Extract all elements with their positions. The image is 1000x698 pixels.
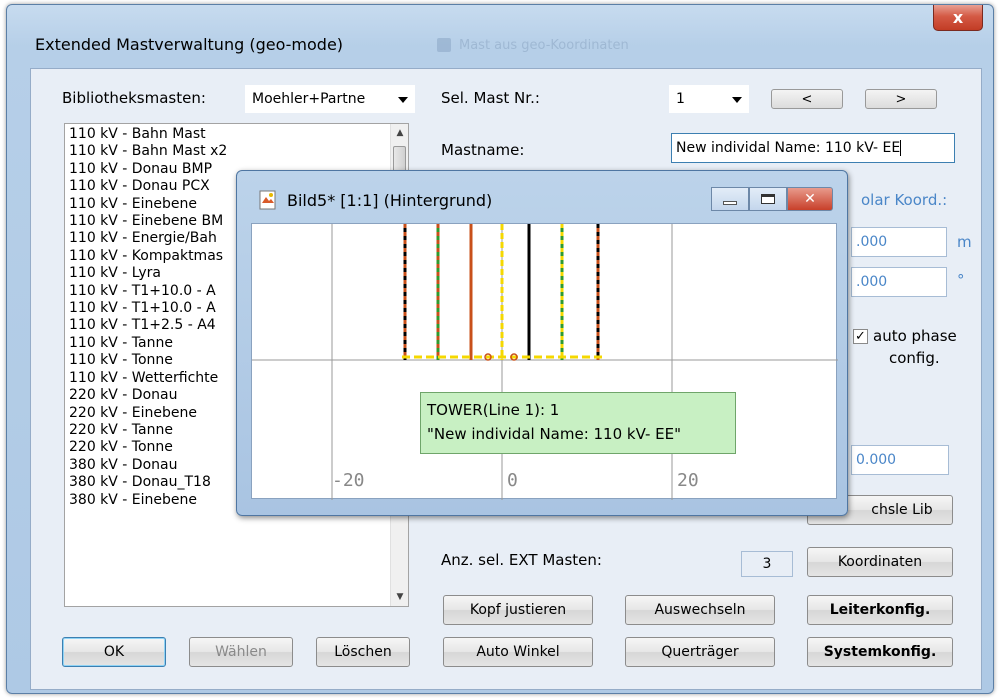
list-item[interactable]: 110 kV - Bahn Mast bbox=[69, 126, 388, 143]
background-window-title: Mast aus geo-Koordinaten bbox=[437, 33, 697, 57]
quertraeger-button[interactable]: Querträger bbox=[625, 637, 775, 667]
close-icon: ✕ bbox=[804, 191, 816, 207]
radius-unit: m bbox=[957, 233, 972, 251]
angle-input[interactable]: .000 bbox=[851, 267, 947, 297]
minimize-icon bbox=[723, 201, 737, 205]
anz-sel-value: 3 bbox=[741, 551, 793, 577]
mastname-input[interactable]: New individal Name: 110 kV- EE bbox=[671, 133, 955, 163]
tower-drawing: -20 0 20 bbox=[252, 224, 838, 500]
tick-label-neg20: -20 bbox=[332, 470, 365, 491]
restore-icon bbox=[761, 194, 775, 204]
systemkonfig-button[interactable]: Systemkonfig. bbox=[807, 637, 953, 667]
auto-winkel-button[interactable]: Auto Winkel bbox=[443, 637, 593, 667]
chevron-down-icon bbox=[398, 97, 408, 103]
list-item[interactable]: 110 kV - Bahn Mast x2 bbox=[69, 143, 388, 160]
delete-button[interactable]: Löschen bbox=[316, 637, 410, 667]
mastname-label: Mastname: bbox=[441, 141, 525, 159]
auto-phase-checkbox[interactable]: ✓ bbox=[853, 329, 868, 344]
kopf-justieren-button[interactable]: Kopf justieren bbox=[443, 595, 593, 625]
chevron-down-icon bbox=[732, 97, 742, 103]
auswechseln-button[interactable]: Auswechseln bbox=[625, 595, 775, 625]
sel-mast-label: Sel. Mast Nr.: bbox=[441, 89, 540, 107]
bild5-close-button[interactable]: ✕ bbox=[787, 187, 833, 211]
polar-coords-label: olar Koord.: bbox=[861, 191, 948, 209]
image-document-icon bbox=[259, 190, 276, 210]
scroll-down-icon[interactable]: ▼ bbox=[391, 588, 409, 606]
bild5-title: Bild5* [1:1] (Hintergrund) bbox=[287, 191, 493, 210]
auto-phase-label-2: config. bbox=[889, 349, 940, 367]
bild5-window[interactable]: Bild5* [1:1] (Hintergrund) ✕ -20 0 20 bbox=[236, 170, 848, 516]
prev-mast-button[interactable]: < bbox=[771, 89, 843, 109]
sel-mast-select[interactable]: 1 bbox=[669, 85, 749, 113]
window-close-button[interactable]: x bbox=[933, 5, 983, 31]
minimize-button[interactable] bbox=[711, 187, 749, 211]
auto-phase-label: auto phase bbox=[873, 327, 957, 345]
next-mast-button[interactable]: > bbox=[865, 89, 937, 109]
scroll-up-icon[interactable]: ▲ bbox=[391, 124, 409, 142]
tooltip-line-2: "New individal Name: 110 kV- EE" bbox=[427, 425, 682, 443]
angle-unit: ° bbox=[957, 271, 965, 289]
tower-drawing-canvas[interactable]: -20 0 20 bbox=[251, 223, 838, 500]
tick-label-0: 0 bbox=[507, 470, 518, 491]
leiterkonfig-button[interactable]: Leiterkonfig. bbox=[807, 595, 953, 625]
select-button[interactable]: Wählen bbox=[189, 637, 293, 667]
app-icon bbox=[437, 38, 451, 52]
text-cursor bbox=[900, 140, 902, 156]
restore-button[interactable] bbox=[749, 187, 787, 211]
anz-sel-label: Anz. sel. EXT Masten: bbox=[441, 551, 602, 569]
bild5-window-controls: ✕ bbox=[711, 187, 833, 211]
tick-label-20: 20 bbox=[677, 470, 699, 491]
extra-value-input[interactable]: 0.000 bbox=[851, 445, 949, 475]
tower-tooltip: TOWER(Line 1): 1 "New individal Name: 11… bbox=[420, 392, 736, 454]
radius-input[interactable]: .000 bbox=[851, 227, 947, 257]
koordinaten-button[interactable]: Koordinaten bbox=[807, 547, 953, 577]
library-label: Bibliotheksmasten: bbox=[62, 89, 206, 107]
window-title: Extended Mastverwaltung (geo-mode) bbox=[35, 35, 344, 54]
tooltip-line-1: TOWER(Line 1): 1 bbox=[427, 401, 560, 419]
ok-button[interactable]: OK bbox=[62, 637, 166, 667]
library-select[interactable]: Moehler+Partne bbox=[245, 85, 415, 113]
